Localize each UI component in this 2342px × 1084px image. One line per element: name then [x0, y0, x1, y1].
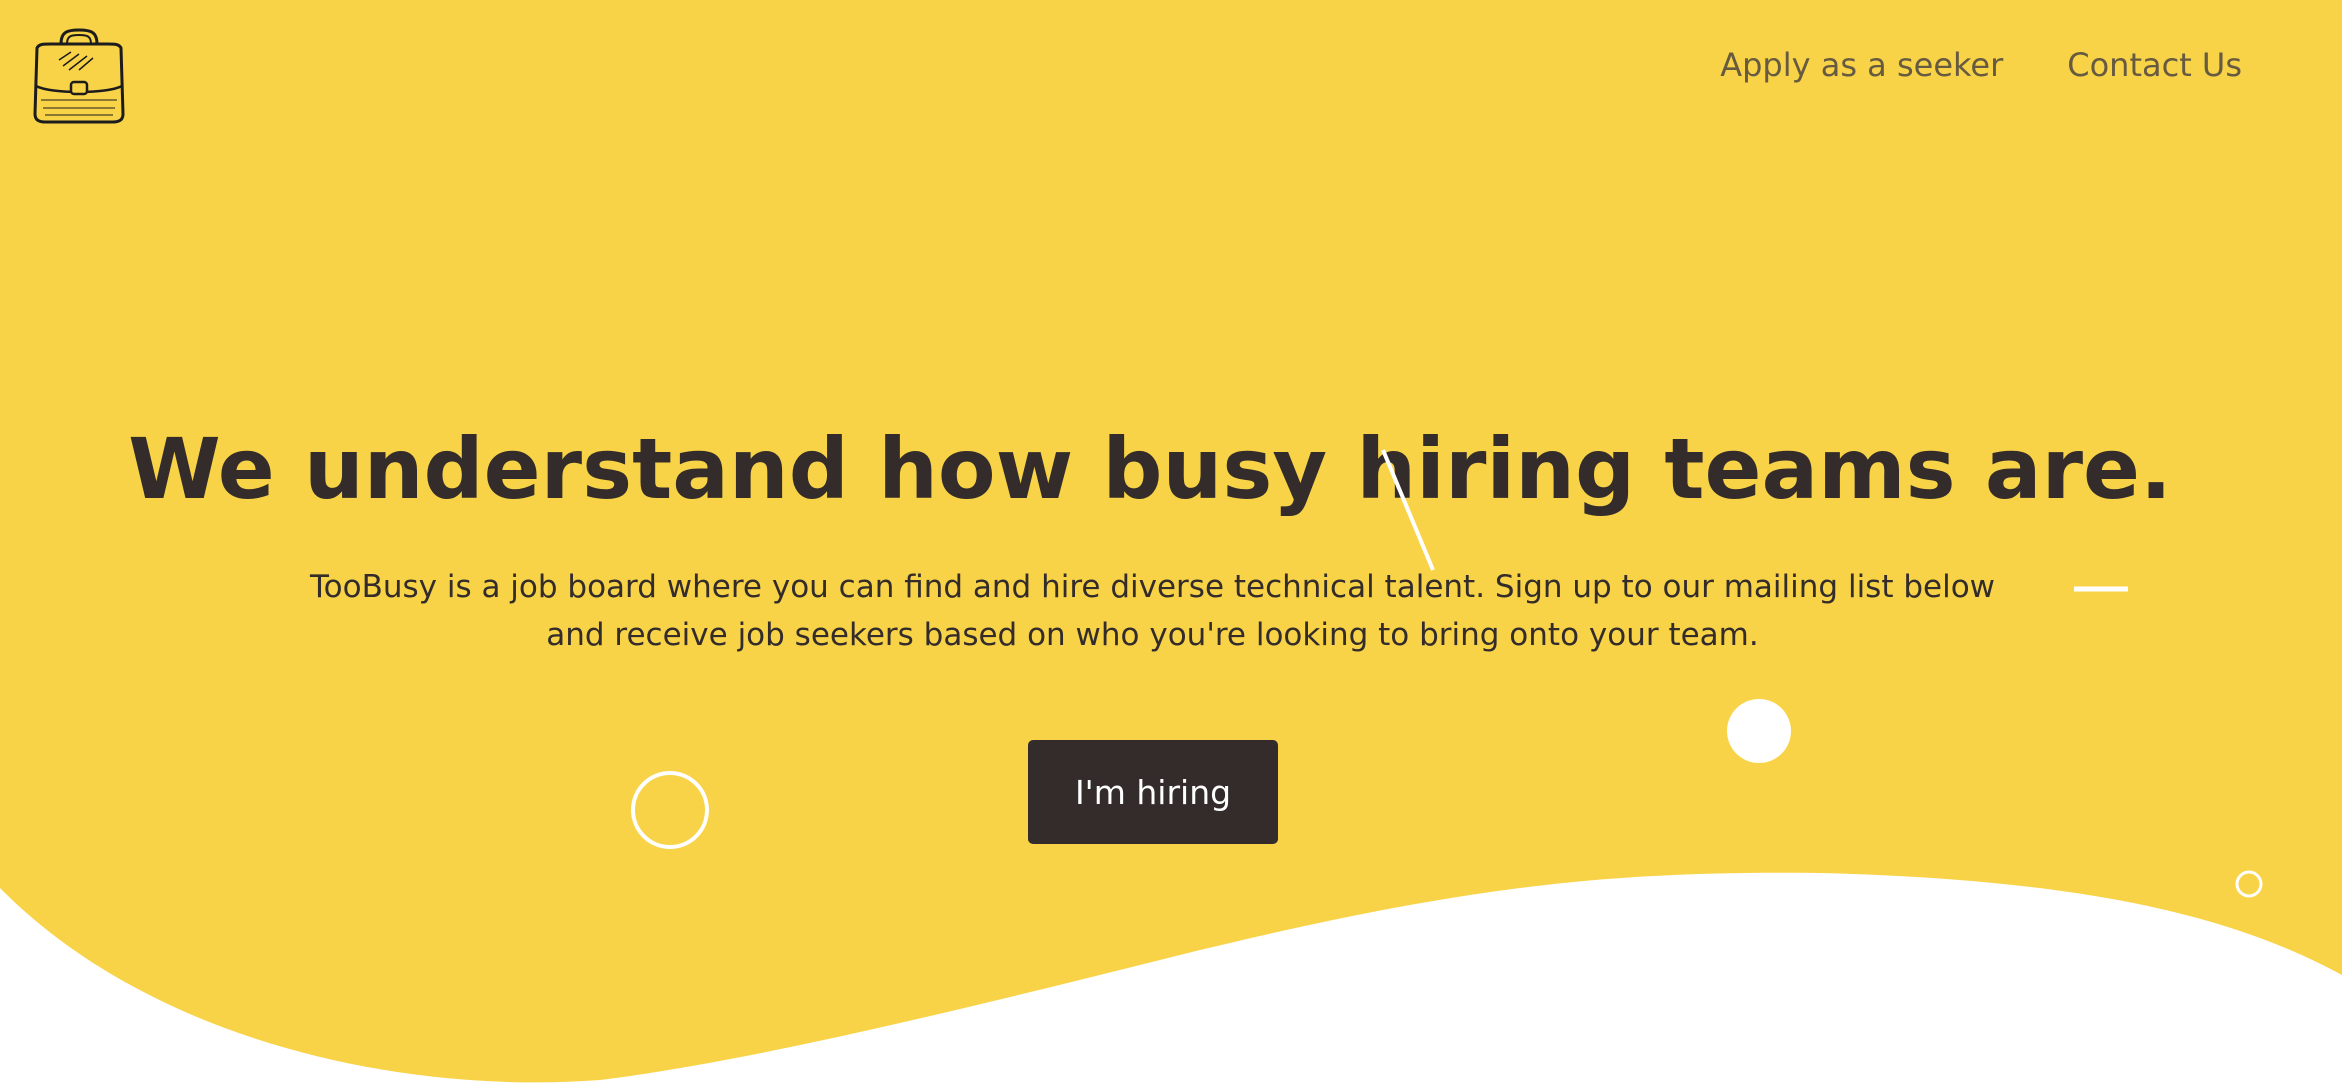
decorative-ring-large: [631, 771, 709, 849]
nav-apply-as-seeker-link[interactable]: Apply as a seeker: [1720, 46, 2003, 84]
briefcase-icon: [33, 28, 125, 124]
decorative-dot-filled: [1727, 699, 1791, 763]
hero-subtext: TooBusy is a job board where you can fin…: [309, 569, 1996, 653]
top-nav: Apply as a seeker Contact Us: [1720, 46, 2242, 84]
yellow-wave-shape: [0, 0, 2342, 1083]
decorative-dash: [2074, 586, 2128, 592]
nav-contact-us-link[interactable]: Contact Us: [2067, 46, 2242, 84]
decorative-ring-small: [2235, 870, 2263, 898]
decorative-line-slash: [1381, 449, 1435, 571]
im-hiring-button[interactable]: I'm hiring: [1028, 740, 1278, 844]
landing-page: Apply as a seeker Contact Us We understa…: [0, 0, 2342, 1084]
hero-headline: We understand how busy hiring teams are.: [128, 420, 2172, 518]
hero-background: [0, 0, 2342, 1083]
